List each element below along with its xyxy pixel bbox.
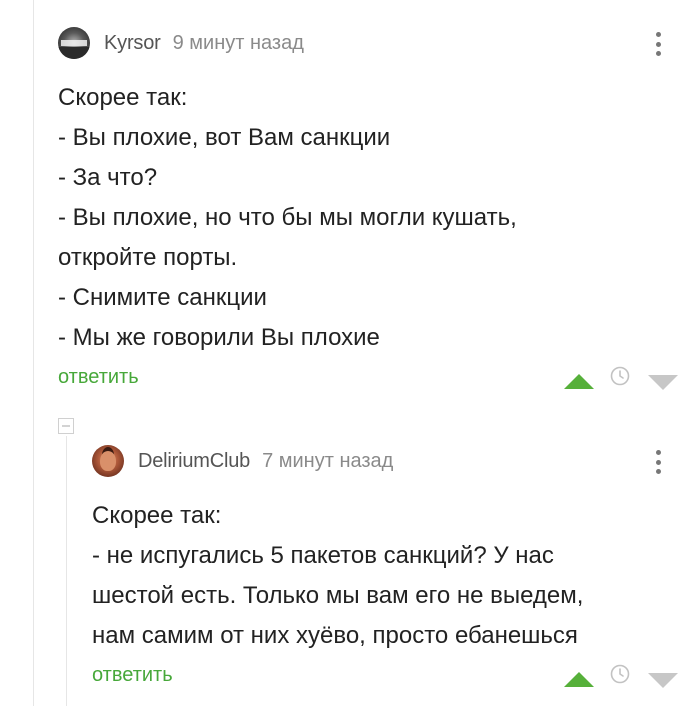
- more-vertical-icon: [655, 450, 661, 455]
- comment-line: - Вы плохие, но что бы мы могли кушать,: [58, 204, 517, 231]
- comment-line: - Снимите санкции: [58, 284, 267, 311]
- comment-header: Kyrsor 9 минут назад: [58, 20, 678, 66]
- collapse-icon[interactable]: [58, 418, 74, 434]
- vote-down-icon[interactable]: [648, 375, 678, 390]
- thread-line: [33, 0, 34, 706]
- vote-up-icon[interactable]: [564, 374, 594, 389]
- reply-branch-line: [66, 436, 67, 706]
- vote-up-icon[interactable]: [564, 672, 594, 687]
- reply-link[interactable]: ответить: [92, 664, 173, 687]
- comment-line: - не испугались 5 пакетов санкций? У нас: [92, 542, 554, 569]
- comment-header: DeliriumClub 7 минут назад: [92, 438, 678, 484]
- comment-body: Скорее так: - Вы плохие, вот Вам санкции…: [58, 78, 678, 358]
- more-vertical-icon-dot: [655, 459, 661, 465]
- timestamp[interactable]: 9 минут назад: [173, 32, 304, 55]
- comment-line: - Мы же говорили Вы плохие: [58, 324, 380, 351]
- comment-footer: ответить: [58, 358, 678, 398]
- comment-line: - Вы плохие, вот Вам санкции: [58, 124, 391, 151]
- more-vertical-icon: [655, 32, 661, 37]
- comment-line: нам самим от них хуёво, просто ебанешься: [92, 622, 578, 649]
- clock-icon[interactable]: [610, 366, 630, 386]
- reply-link[interactable]: ответить: [58, 366, 139, 389]
- comment-footer: ответить: [92, 656, 678, 696]
- comment-body: Скорее так: - не испугались 5 пакетов са…: [92, 496, 678, 656]
- comment-line: Скорее так:: [58, 84, 188, 111]
- comment-line: - За что?: [58, 164, 158, 191]
- clock-icon[interactable]: [610, 664, 630, 684]
- avatar[interactable]: [58, 27, 90, 59]
- username[interactable]: DeliriumClub: [138, 450, 250, 473]
- comment-reply: DeliriumClub 7 минут назад Скорее так: -…: [92, 438, 678, 696]
- timestamp[interactable]: 7 минут назад: [262, 450, 393, 473]
- avatar[interactable]: [92, 445, 124, 477]
- comment-line: шестой есть. Только мы вам его не выедем…: [92, 582, 584, 609]
- more-options-button[interactable]: [652, 448, 664, 476]
- comment-line: Скорее так:: [92, 502, 222, 529]
- comment-line: откройте порты.: [58, 244, 238, 271]
- more-options-button[interactable]: [652, 30, 664, 58]
- more-vertical-icon-dot: [655, 469, 661, 474]
- more-vertical-icon-dot: [655, 41, 661, 47]
- vote-down-icon[interactable]: [648, 673, 678, 688]
- username[interactable]: Kyrsor: [104, 32, 161, 55]
- more-vertical-icon-dot: [655, 51, 661, 56]
- comment: Kyrsor 9 минут назад Скорее так: - Вы пл…: [58, 20, 678, 398]
